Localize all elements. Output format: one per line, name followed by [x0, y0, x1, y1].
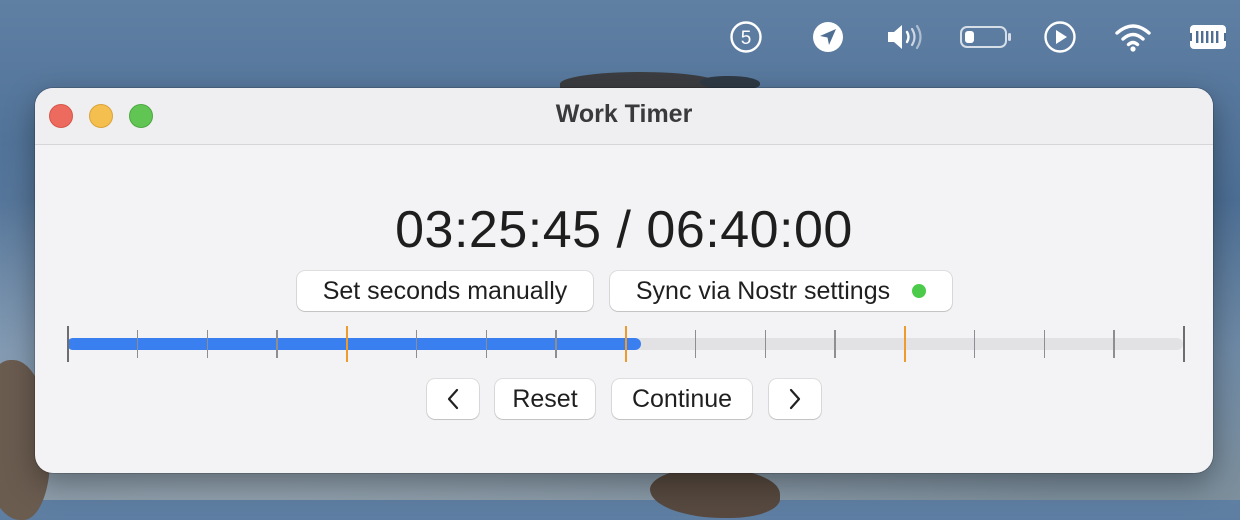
chevron-left-icon: [447, 388, 459, 410]
number-5-circle-icon[interactable]: 5: [726, 18, 766, 56]
progress-major-tick: [904, 326, 906, 362]
battery-icon[interactable]: [958, 18, 1014, 56]
next-button[interactable]: [769, 379, 821, 419]
sync-nostr-button[interactable]: Sync via Nostr settings: [610, 271, 952, 311]
work-timer-window: Work Timer 03:25:45 / 06:40:00 Set secon…: [35, 88, 1213, 473]
progress-tick: [415, 330, 418, 358]
progress-tick: [834, 330, 836, 358]
reset-button[interactable]: Reset: [495, 379, 595, 419]
elapsed-time: 03:25:45: [395, 201, 602, 259]
previous-button[interactable]: [427, 379, 479, 419]
speaker-volume-icon[interactable]: [884, 18, 928, 56]
title-bar[interactable]: Work Timer: [35, 88, 1213, 145]
continue-button[interactable]: Continue: [612, 379, 752, 419]
progress-tick: [1043, 330, 1045, 358]
window-title: Work Timer: [555, 100, 693, 128]
badge-number: 5: [741, 28, 752, 49]
set-seconds-button[interactable]: Set seconds manually: [297, 271, 593, 311]
progress-major-tick: [346, 326, 348, 362]
progress-tick: [206, 330, 208, 358]
chevron-right-icon: [789, 388, 801, 410]
progress-tick: [1183, 326, 1185, 362]
menu-bar: 5: [0, 0, 1240, 74]
continue-label: Continue: [631, 384, 733, 413]
progress-tick: [67, 326, 69, 362]
sync-status-dot: [912, 284, 927, 298]
sync-nostr-label: Sync via Nostr settings: [635, 276, 891, 305]
play-circle-icon[interactable]: [1040, 18, 1080, 56]
progress-tick: [764, 330, 766, 358]
progress-tick: [276, 330, 278, 358]
progress-tick: [555, 330, 557, 358]
time-separator: /: [616, 201, 632, 259]
set-seconds-label: Set seconds manually: [322, 276, 568, 305]
total-time: 06:40:00: [646, 201, 853, 259]
timer-display: 03:25:45 / 06:40:00: [35, 200, 1213, 260]
progress-tick: [1113, 330, 1115, 358]
progress-tick: [973, 330, 976, 358]
location-arrow-icon[interactable]: [808, 18, 848, 56]
progress-tick: [136, 330, 139, 358]
progress-tick: [485, 330, 487, 358]
wifi-icon[interactable]: [1110, 18, 1156, 56]
reset-label: Reset: [512, 384, 578, 413]
progress-tick: [694, 330, 697, 358]
progress-major-tick: [625, 326, 627, 362]
wallpaper-rock: [650, 468, 780, 518]
keyboard-memory-icon[interactable]: [1186, 18, 1230, 56]
